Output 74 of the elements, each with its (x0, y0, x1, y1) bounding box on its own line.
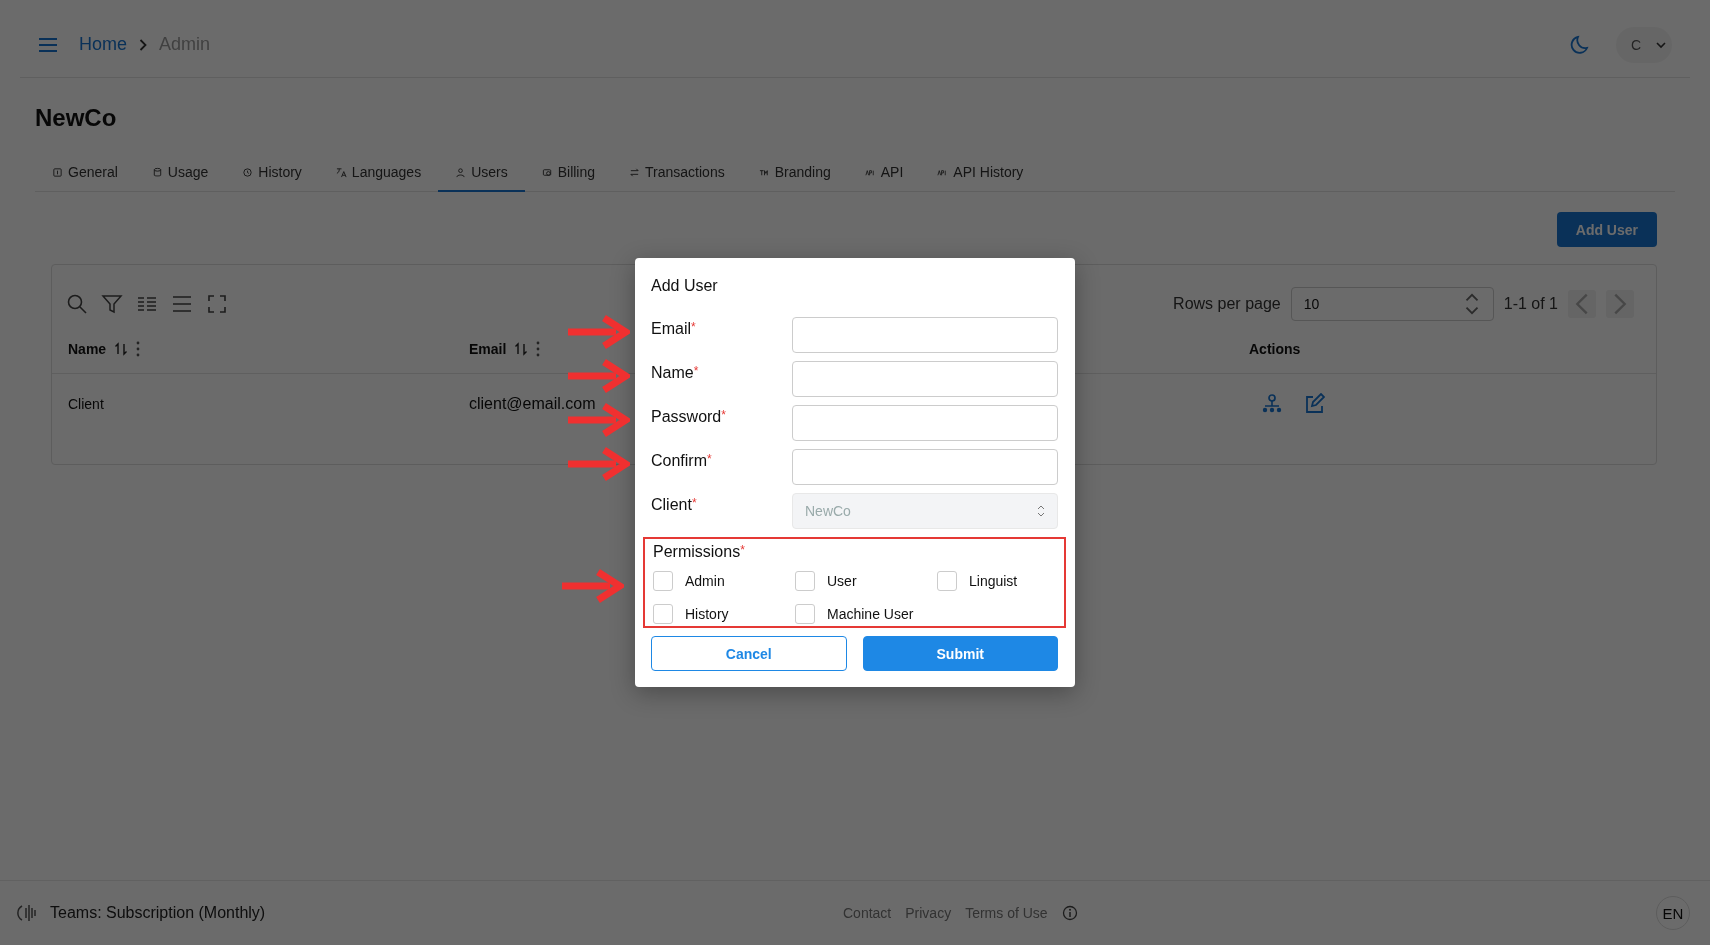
footer-link[interactable]: Privacy (905, 905, 952, 921)
tab[interactable]: History (225, 155, 319, 192)
cancel-button[interactable]: Cancel (651, 636, 847, 671)
checkbox[interactable] (653, 571, 673, 591)
avatar[interactable]: C (1622, 30, 1650, 59)
tab[interactable]: API History (920, 155, 1041, 192)
field-label: Email* (651, 319, 697, 338)
field-label: Confirm* (651, 451, 713, 470)
checkbox-label[interactable]: Admin (685, 573, 725, 589)
input-field[interactable] (792, 317, 1058, 353)
filter-icon[interactable] (101, 293, 123, 315)
tab[interactable]: Usage (134, 155, 226, 192)
tab[interactable]: Users (438, 155, 525, 192)
previous-page-button[interactable] (1568, 290, 1596, 318)
input-field[interactable] (792, 405, 1058, 441)
more-options-icon[interactable] (136, 341, 141, 357)
add-user-button[interactable]: Add User (1556, 212, 1657, 247)
table-cell: client@email.com (469, 395, 596, 413)
column-header: Email (469, 341, 507, 357)
page-range: 1-1 of 1 (1503, 295, 1558, 313)
checkbox[interactable] (795, 571, 815, 591)
page-title: NewCo (35, 104, 118, 132)
dialog-title: Add User (651, 276, 719, 296)
swap-icon (629, 166, 641, 178)
translate-icon (335, 166, 347, 178)
checkbox-label[interactable]: User (827, 573, 857, 589)
density-icon[interactable] (171, 293, 193, 315)
database-icon (151, 166, 163, 178)
chevron-icon (139, 38, 147, 51)
submit-button[interactable]: Submit (862, 636, 1058, 671)
footer-link[interactable]: Terms of Use (965, 905, 1048, 921)
fullscreen-icon[interactable] (206, 293, 228, 315)
input-field[interactable] (792, 361, 1058, 397)
field-label: Client* (651, 495, 698, 514)
rows-per-page-label: Rows per page (1173, 295, 1281, 313)
more-options-icon[interactable] (536, 341, 541, 357)
tab[interactable]: General (35, 155, 135, 192)
tab[interactable]: Transactions (612, 155, 742, 192)
field-label: Name* (651, 363, 700, 382)
info-icon[interactable] (1061, 905, 1078, 921)
search-icon[interactable] (66, 293, 88, 315)
info-icon (52, 166, 63, 178)
permissions-label: Permissions* (653, 543, 745, 561)
chevron-down-icon[interactable] (1656, 40, 1666, 49)
tab[interactable]: Languages (318, 155, 439, 192)
user-group-icon[interactable] (1261, 393, 1283, 415)
history-icon (242, 166, 254, 178)
account-menu[interactable]: C (1616, 26, 1672, 63)
checkbox-label[interactable]: Machine User (827, 606, 914, 622)
sort-icon[interactable] (114, 342, 129, 356)
rows-per-page-select[interactable]: 10 (1290, 287, 1494, 321)
menu-icon[interactable] (38, 36, 58, 53)
table-cell: Client (68, 396, 104, 412)
column-header: Actions (1249, 341, 1301, 357)
tab[interactable]: Branding (741, 155, 848, 192)
tab[interactable]: Billing (524, 155, 613, 192)
checkbox-label[interactable]: Linguist (969, 573, 1018, 589)
sort-chevrons-icon (1037, 505, 1045, 517)
tab[interactable]: API (847, 155, 921, 192)
wallet-icon (541, 166, 553, 178)
checkbox[interactable] (795, 604, 815, 624)
checkbox[interactable] (937, 571, 957, 591)
checkbox-label[interactable]: History (685, 606, 729, 622)
field-label: Password* (651, 407, 727, 426)
user-icon (455, 166, 467, 178)
subscription-label: Teams: Subscription (Monthly) (50, 904, 266, 922)
column-header: Name (68, 341, 107, 357)
checkbox[interactable] (653, 604, 673, 624)
input-field[interactable] (792, 449, 1058, 485)
next-page-button[interactable] (1606, 290, 1634, 318)
footer-link[interactable]: Contact (843, 905, 892, 921)
sort-icon[interactable] (514, 342, 529, 356)
breadcrumb-link[interactable]: Home (79, 34, 127, 55)
edit-icon[interactable] (1303, 393, 1325, 415)
